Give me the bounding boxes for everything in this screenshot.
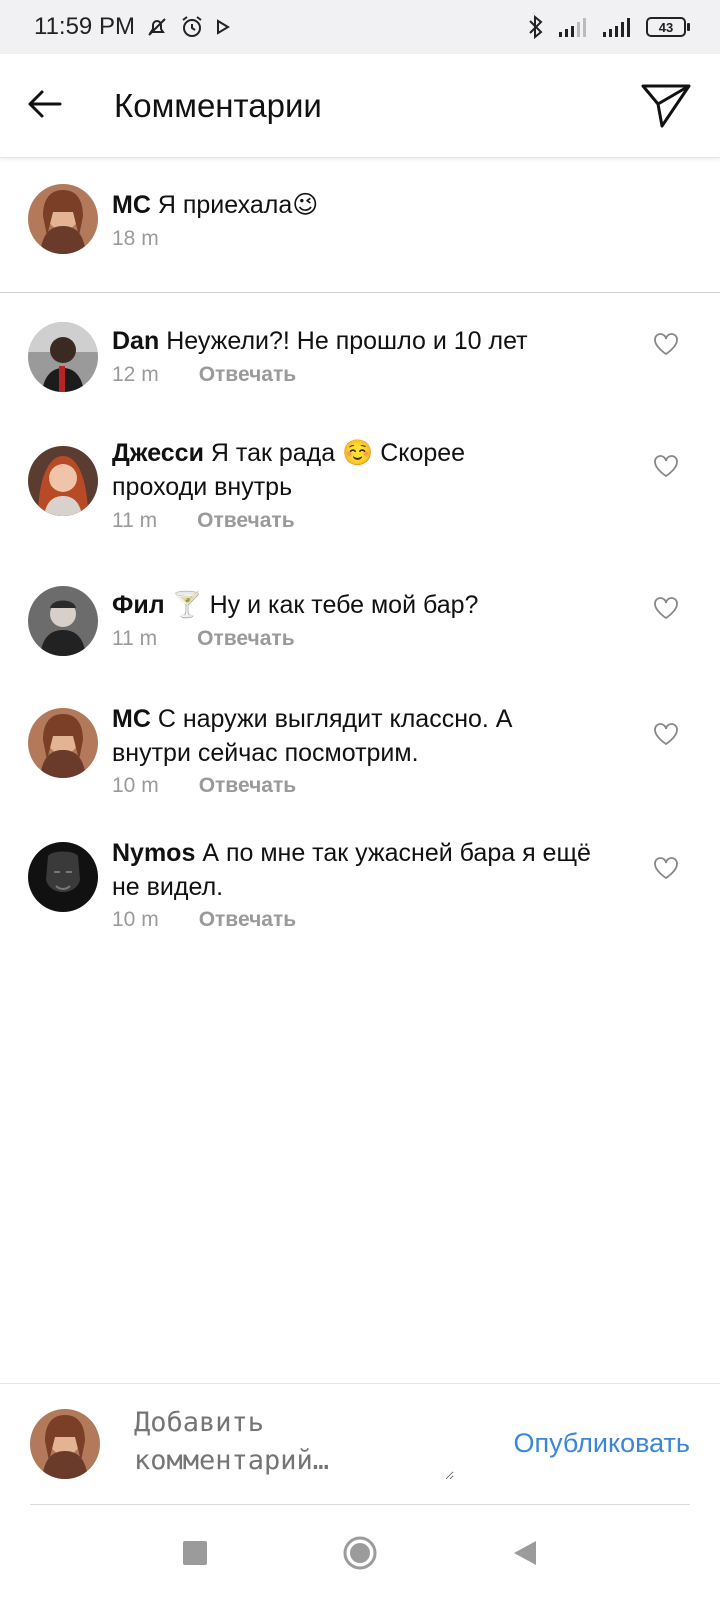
- comment-body: Неужели?! Не прошло и 10 лет: [166, 327, 528, 355]
- heart-icon[interactable]: [653, 454, 679, 478]
- circle-icon: [343, 1536, 377, 1569]
- comment-item: Джесси Я так рада ☺️ Скорее проходи внут…: [0, 439, 720, 544]
- arrow-left-icon: [28, 90, 62, 118]
- status-time: 11:59 PM: [34, 13, 135, 40]
- comment-item: Nymos А по мне так ужасней бара я ещё не…: [0, 839, 720, 942]
- signal-icon-2: [602, 16, 634, 38]
- comment-time: 11 m: [112, 509, 158, 532]
- battery-level: 43: [646, 17, 686, 37]
- alarm-icon: [179, 14, 205, 40]
- comment-time: 10 m: [112, 774, 159, 797]
- comment-input[interactable]: [134, 1404, 454, 1480]
- caption-text: MC Я приехала😉: [112, 188, 612, 222]
- reply-button[interactable]: Отвечать: [199, 908, 296, 932]
- status-left: 11:59 PM: [34, 13, 231, 41]
- comment-composer: Опубликовать: [0, 1383, 720, 1505]
- avatar[interactable]: [28, 708, 98, 778]
- play-store-icon: [215, 19, 231, 35]
- comment-meta: 11 m Отвечать: [112, 509, 295, 533]
- caption-time: 18 m: [112, 227, 159, 250]
- send-button[interactable]: [640, 81, 692, 131]
- square-icon: [183, 1540, 207, 1565]
- back-nav-button[interactable]: [505, 1533, 545, 1573]
- comment-text: Джесси Я так рада ☺️ Скорее проходи внут…: [112, 436, 532, 504]
- comment-username[interactable]: Джесси: [112, 439, 204, 467]
- status-right: 43: [526, 14, 690, 40]
- app-header: Комментарии: [0, 54, 720, 158]
- home-button[interactable]: [340, 1533, 380, 1573]
- heart-icon[interactable]: [653, 722, 679, 746]
- composer-avatar: [30, 1409, 100, 1479]
- comment-text: Фил 🍸 Ну и как тебе мой бар?: [112, 588, 612, 622]
- caption-meta: 18 m: [112, 227, 159, 251]
- comment-meta: 10 m Отвечать: [112, 908, 296, 932]
- comment-meta: 11 m Отвечать: [112, 627, 295, 651]
- paper-plane-icon: [641, 84, 691, 128]
- system-nav-bar: [0, 1505, 720, 1600]
- signal-icon-1: [558, 16, 590, 38]
- comment-text: Dan Неужели?! Не прошло и 10 лет: [112, 324, 612, 358]
- avatar[interactable]: [28, 446, 98, 516]
- comment-username[interactable]: MC: [112, 705, 151, 733]
- battery-icon: 43: [646, 17, 690, 37]
- comment-text: Nymos А по мне так ужасней бара я ещё не…: [112, 836, 592, 904]
- comment-time: 10 m: [112, 908, 159, 931]
- reply-button[interactable]: Отвечать: [197, 509, 294, 533]
- comment-time: 11 m: [112, 627, 158, 650]
- comment-username[interactable]: Фил: [112, 591, 165, 619]
- publish-button[interactable]: Опубликовать: [513, 1428, 690, 1459]
- avatar[interactable]: [28, 842, 98, 912]
- comment-time: 12 m: [112, 363, 159, 386]
- back-button[interactable]: [24, 84, 64, 124]
- heart-icon[interactable]: [653, 332, 679, 356]
- page-title: Комментарии: [114, 87, 322, 124]
- recents-button[interactable]: [175, 1533, 215, 1573]
- avatar[interactable]: [28, 184, 98, 254]
- comment-meta: 12 m Отвечать: [112, 363, 296, 387]
- caption-body: Я приехала😉: [157, 191, 319, 219]
- avatar[interactable]: [28, 586, 98, 656]
- comment-body: 🍸 Ну и как тебе мой бар?: [171, 591, 479, 619]
- reply-button[interactable]: Отвечать: [197, 627, 294, 651]
- avatar[interactable]: [28, 322, 98, 392]
- heart-icon[interactable]: [653, 856, 679, 880]
- bluetooth-icon: [526, 14, 546, 40]
- reply-button[interactable]: Отвечать: [199, 363, 296, 387]
- comment-body: С наружи выглядит классно. А внутри сейч…: [112, 705, 513, 767]
- triangle-back-icon: [514, 1540, 536, 1565]
- status-bar: 11:59 PM 43: [0, 0, 720, 54]
- comment-item: Фил 🍸 Ну и как тебе мой бар? 11 m Отвеча…: [0, 586, 720, 666]
- comment-item: Dan Неужели?! Не прошло и 10 лет 12 m От…: [0, 320, 720, 400]
- comment-username[interactable]: Dan: [112, 327, 159, 355]
- reply-button[interactable]: Отвечать: [199, 774, 296, 798]
- comment-username[interactable]: Nymos: [112, 839, 195, 867]
- comment-text: MC С наружи выглядит классно. А внутри с…: [112, 702, 572, 770]
- post-caption: MC Я приехала😉 18 m: [0, 176, 720, 293]
- heart-icon[interactable]: [653, 596, 679, 620]
- mute-bell-icon: [145, 15, 169, 39]
- caption-username[interactable]: MC: [112, 191, 151, 219]
- comment-item: MC С наружи выглядит классно. А внутри с…: [0, 705, 720, 808]
- comment-meta: 10 m Отвечать: [112, 774, 296, 798]
